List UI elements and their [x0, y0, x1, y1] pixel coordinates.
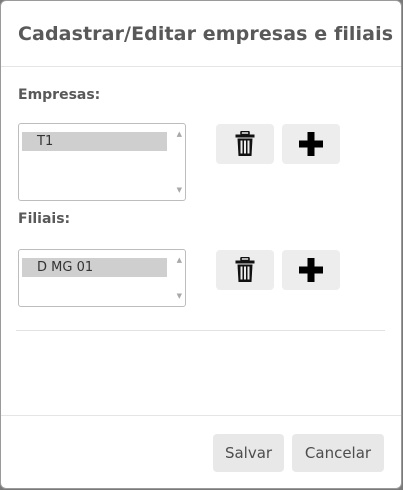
filiais-label: Filiais: — [18, 211, 71, 227]
plus-icon — [299, 132, 323, 156]
scroll-down-arrow-icon[interactable]: ▼ — [177, 292, 182, 300]
scroll-down-arrow-icon[interactable]: ▼ — [177, 186, 182, 194]
section-divider — [16, 330, 385, 331]
scroll-up-arrow-icon[interactable]: ▲ — [177, 130, 182, 138]
empresas-list-item[interactable]: T1 — [22, 132, 167, 151]
trash-icon — [235, 257, 255, 282]
add-filial-button[interactable] — [282, 250, 340, 290]
empresas-listbox[interactable]: T1 ▲ ▼ — [18, 123, 186, 201]
save-button[interactable]: Salvar — [213, 434, 284, 472]
add-empresa-button[interactable] — [282, 124, 340, 164]
plus-icon — [299, 258, 323, 282]
edit-companies-dialog: Cadastrar/Editar empresas e filiais Empr… — [0, 0, 402, 489]
dialog-title: Cadastrar/Editar empresas e filiais — [18, 23, 394, 45]
filiais-listbox[interactable]: D MG 01 ▲ ▼ — [18, 249, 186, 307]
dialog-header: Cadastrar/Editar empresas e filiais — [1, 1, 401, 67]
dialog-footer: Salvar Cancelar — [1, 415, 401, 488]
scroll-up-arrow-icon[interactable]: ▲ — [177, 256, 182, 264]
trash-icon — [235, 131, 255, 156]
delete-empresa-button[interactable] — [216, 124, 274, 164]
cancel-button[interactable]: Cancelar — [292, 434, 384, 472]
empresas-label: Empresas: — [18, 87, 101, 103]
delete-filial-button[interactable] — [216, 250, 274, 290]
filiais-list-item[interactable]: D MG 01 — [22, 258, 167, 277]
